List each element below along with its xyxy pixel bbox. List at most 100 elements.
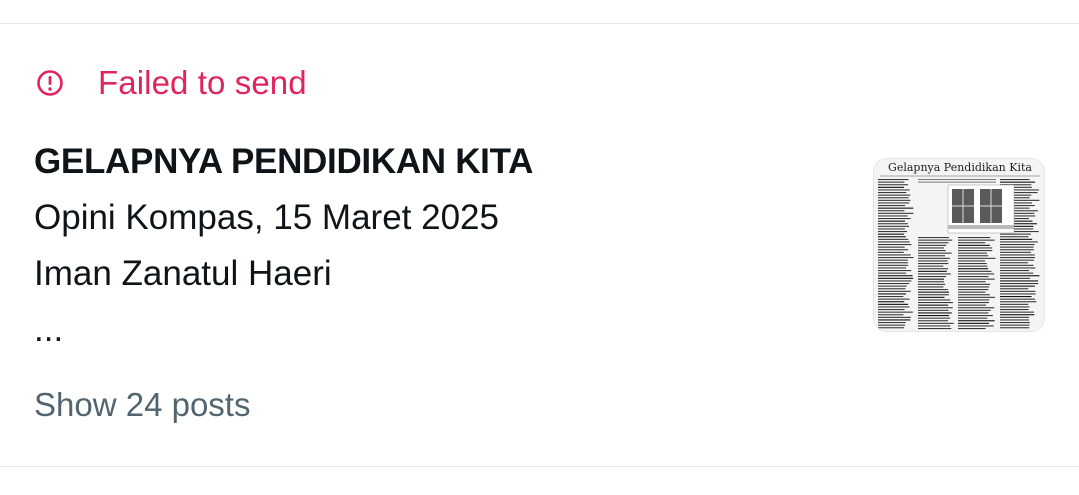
newspaper-text-line — [878, 298, 910, 300]
send-status: Failed to send — [34, 62, 307, 104]
newspaper-text-line — [1000, 309, 1029, 311]
newspaper-text-line — [878, 246, 905, 248]
newspaper-text-line — [958, 276, 989, 278]
newspaper-text-line — [958, 278, 995, 280]
newspaper-text-line — [878, 210, 905, 212]
newspaper-text-line — [918, 281, 945, 283]
newspaper-text-line — [878, 288, 906, 290]
newspaper-text-line — [958, 291, 986, 293]
newspaper-text-line — [918, 237, 949, 239]
newspaper-text-line — [1000, 254, 1035, 256]
newspaper-text-line — [918, 304, 949, 306]
newspaper-text-line — [1000, 293, 1036, 295]
newspaper-text-line — [1000, 236, 1029, 238]
newspaper-text-line — [918, 244, 947, 246]
newspaper-text-line — [958, 296, 995, 298]
newspaper-text-line — [958, 312, 989, 314]
newspaper-text-line — [1000, 280, 1039, 282]
newspaper-text-line — [918, 296, 945, 298]
newspaper-text-line — [958, 317, 988, 319]
post-body[interactable]: GELAPNYA PENDIDIKAN KITA Opini Kompas, 1… — [34, 134, 834, 358]
newspaper-thumbnail[interactable]: Gelapnya Pendidikan Kita — [873, 158, 1045, 332]
newspaper-text-line — [878, 259, 908, 261]
newspaper-text-line — [1000, 259, 1034, 261]
bottom-divider — [0, 466, 1079, 467]
newspaper-text-line — [918, 322, 954, 324]
newspaper-text-line — [918, 286, 944, 288]
newspaper-text-line — [878, 277, 914, 279]
newspaper-text-line — [1000, 290, 1036, 292]
newspaper-text-line — [1000, 296, 1032, 298]
newspaper-text-line — [958, 322, 989, 324]
newspaper-text-line — [878, 322, 906, 324]
newspaper-text-line — [918, 289, 948, 291]
newspaper-text-line — [878, 220, 905, 222]
newspaper-text-line — [1000, 233, 1031, 235]
newspaper-text-line — [958, 263, 987, 265]
newspaper-text-line — [878, 231, 907, 233]
newspaper-text-line — [878, 306, 910, 308]
newspaper-text-line — [918, 265, 944, 267]
newspaper-text-line — [878, 296, 904, 298]
newspaper-text-line — [878, 303, 909, 305]
newspaper-text-line — [878, 262, 908, 264]
newspaper-text-line — [958, 281, 986, 283]
newspaper-text-line — [958, 294, 990, 296]
newspaper-text-line — [958, 250, 993, 252]
newspaper-text-line — [1000, 246, 1034, 248]
newspaper-text-line — [878, 233, 905, 235]
newspaper-text-line — [918, 312, 952, 314]
newspaper-text-line — [878, 184, 908, 186]
newspaper-text-line — [1000, 283, 1039, 285]
newspaper-text-line — [878, 179, 909, 181]
newspaper-text-line — [1000, 264, 1034, 266]
newspaper-text-line — [918, 317, 951, 319]
newspaper-text-line — [918, 325, 951, 327]
newspaper-text-line — [878, 238, 909, 240]
newspaper-clipping-image: Gelapnya Pendidikan Kita — [874, 159, 1044, 331]
newspaper-text-line — [1000, 319, 1029, 321]
thumbnail-headline: Gelapnya Pendidikan Kita — [888, 161, 1032, 174]
newspaper-text-line — [918, 276, 947, 278]
newspaper-text-line — [958, 244, 990, 246]
newspaper-text-line — [1000, 285, 1035, 287]
newspaper-text-line — [878, 189, 910, 191]
newspaper-text-line — [918, 242, 949, 244]
newspaper-text-line — [878, 272, 907, 274]
newspaper-text-line — [958, 304, 987, 306]
newspaper-text-line — [918, 294, 949, 296]
post-line-author: Iman Zanatul Haeri — [34, 254, 332, 293]
newspaper-text-line — [1000, 267, 1036, 269]
newspaper-text-line — [918, 239, 953, 241]
newspaper-text-line — [878, 192, 907, 194]
newspaper-text-line — [878, 314, 904, 316]
newspaper-text-line — [878, 202, 910, 204]
newspaper-text-line — [878, 199, 911, 201]
newspaper-text-line — [918, 257, 950, 259]
newspaper-text-line — [918, 260, 948, 262]
newspaper-text-line — [958, 255, 989, 257]
newspaper-text-line — [878, 301, 905, 303]
newspaper-text-line — [958, 237, 991, 239]
newspaper-text-line — [878, 218, 911, 220]
newspaper-text-line — [878, 223, 908, 225]
newspaper-text-line — [878, 285, 907, 287]
newspaper-text-line — [1000, 249, 1034, 251]
newspaper-text-line — [918, 181, 996, 183]
newspaper-text-line — [958, 325, 994, 327]
newspaper-text-line — [958, 268, 989, 270]
show-posts-link[interactable]: Show 24 posts — [34, 386, 250, 424]
newspaper-text-line — [1000, 238, 1033, 240]
newspaper-text-line — [958, 299, 990, 301]
newspaper-text-line — [878, 309, 905, 311]
newspaper-text-line — [878, 212, 914, 214]
newspaper-text-line — [918, 252, 952, 254]
newspaper-text-line — [918, 179, 996, 180]
newspaper-text-line — [958, 247, 993, 249]
newspaper-text-line — [918, 278, 944, 280]
newspaper-text-line — [1000, 270, 1030, 272]
post-line-source: Opini Kompas, 15 Maret 2025 — [34, 198, 499, 237]
newspaper-text-line — [958, 257, 996, 259]
newspaper-text-line — [1000, 324, 1030, 326]
newspaper-text-line — [878, 194, 911, 196]
